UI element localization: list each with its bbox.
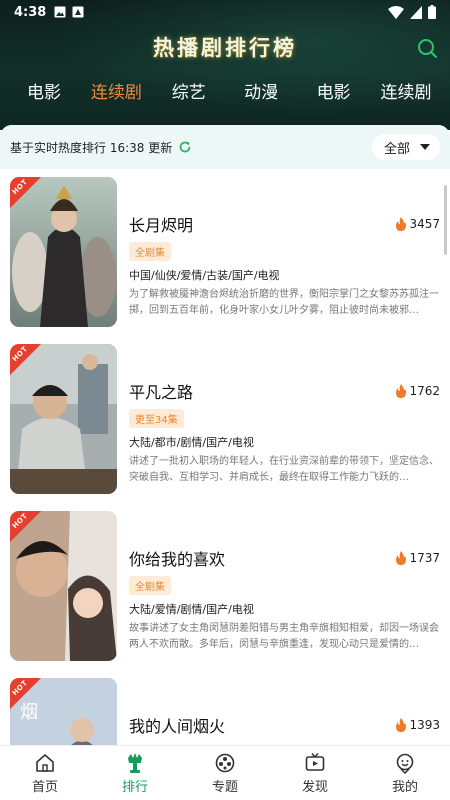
episode-badge: 全剧集 [129,576,171,595]
hot-badge: HOT [10,344,42,376]
update-text: 基于实时热度排行 16:38 更新 [10,140,173,155]
list-item[interactable]: HOT 长月烬明 3457 全剧集 中国/仙侠/爱情/古装/国产/电视 为了解救… [0,169,450,336]
filter-label: 全部 [383,141,410,157]
search-icon[interactable] [416,37,438,59]
show-title[interactable]: 我的人间烟火 [129,716,440,738]
profile-icon [396,753,414,774]
gallery-icon [54,6,66,18]
show-title[interactable]: 你给我的喜欢 [129,549,440,571]
show-title[interactable]: 平凡之路 [129,382,440,404]
battery-icon [428,5,436,19]
hot-badge: HOT [10,678,42,710]
tab-movie[interactable]: 电影 [8,76,80,110]
show-info: 我的人间烟火 1393 [117,678,440,745]
tab-series-2[interactable]: 连续剧 [370,76,442,110]
scrollbar[interactable] [444,185,447,255]
flame-icon [396,718,407,732]
filter-dropdown[interactable]: 全部 [371,134,440,160]
show-description: 为了解救被魇神澹台烬统治折磨的世界，衡阳宗掌门之女黎苏苏孤注一掷，回到五百年前，… [129,289,439,316]
category-tabs: 电影 连续剧 综艺 动漫 电影 连续剧 [0,76,450,110]
status-time: 4:38 [14,4,47,20]
nav-ranking[interactable]: 排行 [90,746,180,800]
update-bar: 基于实时热度排行 16:38 更新 全部 [0,125,450,169]
heat-count: 1737 [395,551,440,565]
list-item[interactable]: HOT 平凡之路 1762 更至34集 大陆/都市/剧情/国产/电视 讲述了一批… [0,336,450,503]
episode-badge: 更至34集 [129,409,184,428]
show-description: 讲述了一批初入职场的年轻人，在行业资深前辈的带领下，坚定信念、突破自我、互相学习… [129,456,439,483]
poster-image[interactable]: HOT [10,177,117,327]
nav-label: 我的 [391,780,418,795]
status-right [388,5,436,19]
refresh-icon[interactable] [178,140,192,154]
page-title: 热播剧排行榜 [153,35,297,60]
nav-label: 排行 [121,780,148,795]
poster-image[interactable]: HOT [10,511,117,661]
signal-icon [410,5,422,19]
flame-icon [396,551,407,565]
nav-discover[interactable]: 发现 [270,746,360,800]
heat-count: 1393 [395,718,440,732]
notification-icon [72,6,84,18]
nav-profile[interactable]: 我的 [360,746,450,800]
bottom-nav: 首页 排行 专题 发现 我的 [0,745,450,800]
home-icon [36,754,54,772]
tab-movie-2[interactable]: 电影 [298,76,370,110]
nav-label: 专题 [211,780,238,795]
show-title[interactable]: 长月烬明 [129,215,440,237]
show-info: 长月烬明 3457 全剧集 中国/仙侠/爱情/古装/国产/电视 为了解救被魇神澹… [117,177,440,336]
hot-badge: HOT [10,177,42,209]
list-item[interactable]: HOT 你给我的喜欢 1737 全剧集 大陆/爱情/剧情/国产/电视 故事讲述了… [0,503,450,670]
genre-tags: 大陆/爱情/剧情/国产/电视 [129,603,254,616]
wifi-icon [388,5,404,19]
app-screen: 4:38 热播剧排行榜 电影 连续剧 综艺 动漫 电影 连续剧 基于实时热度排行… [0,0,450,800]
nav-topic[interactable]: 专题 [180,746,270,800]
show-description: 故事讲述了女主角闵慧阴差阳错与男主角辛旗相知相爱，却因一场误会两人不欢而散。多年… [129,623,439,650]
chevron-down-icon [420,144,430,150]
tv-icon [305,753,325,771]
hot-badge: HOT [10,511,42,543]
flame-icon [396,217,407,231]
title-row: 热播剧排行榜 [0,30,450,64]
episode-badge: 全剧集 [129,242,171,261]
poster-image[interactable]: HOT [10,344,117,494]
tab-series[interactable]: 连续剧 [80,76,152,110]
show-info: 平凡之路 1762 更至34集 大陆/都市/剧情/国产/电视 讲述了一批初入职场… [117,344,440,503]
topic-icon [215,753,235,773]
poster-image[interactable]: 烟 HOT [10,678,117,745]
flame-icon [396,384,407,398]
nav-home[interactable]: 首页 [0,746,90,800]
tab-variety[interactable]: 综艺 [153,76,225,110]
nav-label: 首页 [31,780,58,795]
tab-anime[interactable]: 动漫 [225,76,297,110]
ranking-sheet: 基于实时热度排行 16:38 更新 全部 HOT 长月烬明 3457 全剧集 中… [0,125,450,745]
show-info: 你给我的喜欢 1737 全剧集 大陆/爱情/剧情/国产/电视 故事讲述了女主角闵… [117,511,440,670]
show-list: HOT 长月烬明 3457 全剧集 中国/仙侠/爱情/古装/国产/电视 为了解救… [0,169,450,745]
heat-count: 3457 [395,217,440,231]
heat-count: 1762 [395,384,440,398]
nav-label: 发现 [301,780,328,795]
status-bar: 4:38 [0,0,450,24]
ranking-icon [128,753,142,773]
genre-tags: 大陆/都市/剧情/国产/电视 [129,436,254,449]
list-item[interactable]: 烟 HOT 我的人间烟火 1393 [0,670,450,745]
genre-tags: 中国/仙侠/爱情/古装/国产/电视 [129,269,280,282]
